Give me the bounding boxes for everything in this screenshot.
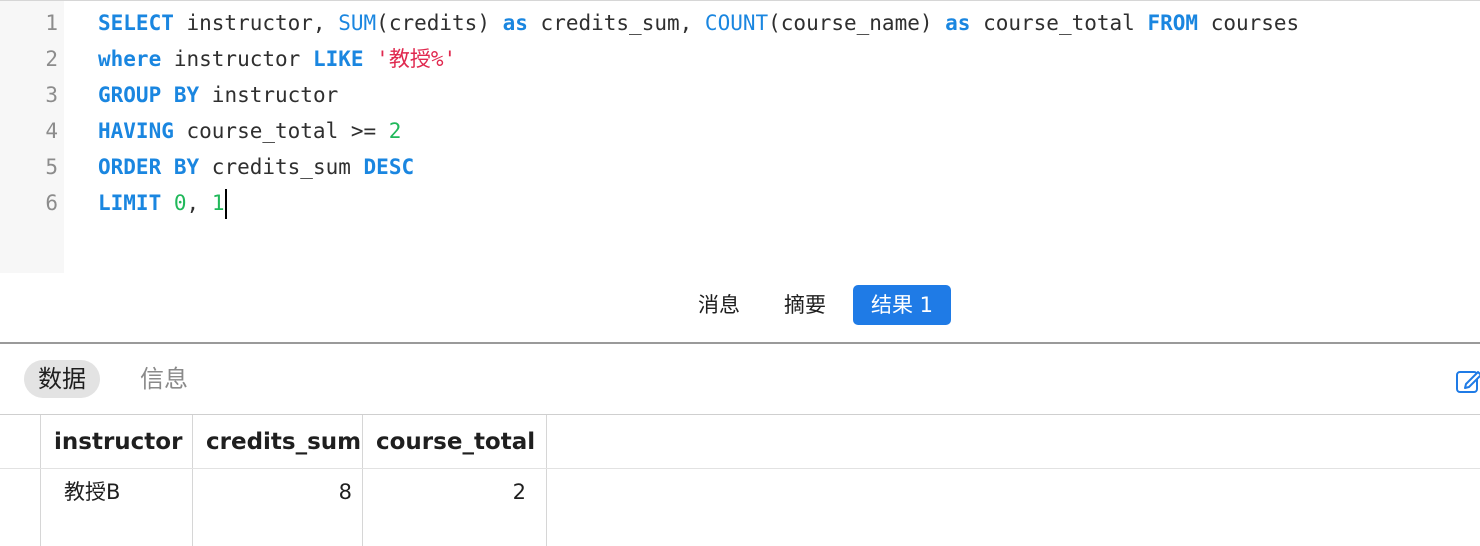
result-tab-bar: 消息 摘要 结果 1 (0, 273, 1480, 342)
code-token: SUM (338, 11, 377, 35)
code-token: instructor (161, 47, 313, 71)
code-line[interactable]: SELECT instructor, SUM(credits) as credi… (98, 5, 1299, 41)
sql-editor[interactable]: 1 2 3 4 5 6 SELECT instructor, SUM(credi… (0, 0, 1480, 274)
code-token: 1 (211, 191, 225, 215)
tab-result-1[interactable]: 结果 1 (853, 285, 952, 325)
code-token: as (945, 11, 971, 35)
code-token: , (186, 191, 212, 215)
table-cell-instructor[interactable]: 教授B (64, 475, 120, 509)
subtab-data[interactable]: 数据 (24, 360, 100, 398)
code-line[interactable]: GROUP BY instructor (98, 77, 338, 113)
code-line[interactable]: where instructor LIKE '教授%' (98, 41, 456, 77)
code-line[interactable]: ORDER BY credits_sum DESC (98, 149, 414, 185)
line-number: 4 (45, 119, 58, 143)
code-token: as (502, 11, 528, 35)
subtab-info[interactable]: 信息 (126, 360, 202, 398)
pencil-edit-icon[interactable] (1454, 366, 1480, 396)
code-token: GROUP BY (98, 83, 200, 107)
line-number: 3 (45, 83, 58, 107)
result-sub-tab-bar: 数据 信息 (0, 344, 1480, 414)
line-number: 2 (45, 47, 58, 71)
result-grid: instructor credits_sum course_total 教授B … (0, 415, 1480, 546)
code-token: credits_sum, (527, 11, 705, 35)
code-token: HAVING (98, 119, 174, 143)
code-token: SELECT (98, 11, 174, 35)
code-token: instructor (199, 83, 339, 107)
code-token: LIMIT (98, 191, 162, 215)
column-header-instructor[interactable]: instructor (54, 415, 182, 469)
code-token: FROM (1147, 11, 1199, 35)
code-token: instructor, (173, 11, 339, 35)
code-token: COUNT (704, 11, 769, 35)
code-line[interactable]: HAVING course_total >= 2 (98, 113, 401, 149)
column-header-credits-sum[interactable]: credits_sum (206, 415, 361, 469)
line-number: 5 (45, 155, 58, 179)
grid-column-divider[interactable] (192, 415, 193, 546)
code-token: '教授%' (376, 47, 457, 71)
code-token: credits_sum (199, 155, 364, 179)
line-number: 6 (45, 191, 58, 215)
text-caret (225, 189, 228, 219)
code-token: courses (1198, 11, 1300, 35)
tab-messages[interactable]: 消息 (680, 285, 758, 325)
grid-column-divider (40, 415, 41, 546)
code-token: LIKE (312, 47, 364, 71)
code-token: where (98, 47, 162, 71)
code-token: 2 (388, 119, 402, 143)
table-cell-credits-sum[interactable]: 8 (206, 475, 352, 509)
table-cell-course-total[interactable]: 2 (376, 475, 526, 509)
code-token: course_total >= (173, 119, 389, 143)
tab-summary[interactable]: 摘要 (766, 285, 844, 325)
grid-column-divider[interactable] (546, 415, 547, 546)
code-token: (course_name) (768, 11, 946, 35)
grid-column-divider[interactable] (362, 415, 363, 546)
code-token: 0 (173, 191, 187, 215)
code-token: course_total (970, 11, 1148, 35)
code-token: DESC (363, 155, 415, 179)
code-token: ORDER BY (98, 155, 200, 179)
line-number-gutter: 1 2 3 4 5 6 (0, 1, 64, 273)
line-number: 1 (45, 11, 58, 35)
code-token: (credits) (376, 11, 503, 35)
code-line[interactable]: LIMIT 0, 1 (98, 185, 228, 221)
column-header-course-total[interactable]: course_total (376, 415, 535, 469)
